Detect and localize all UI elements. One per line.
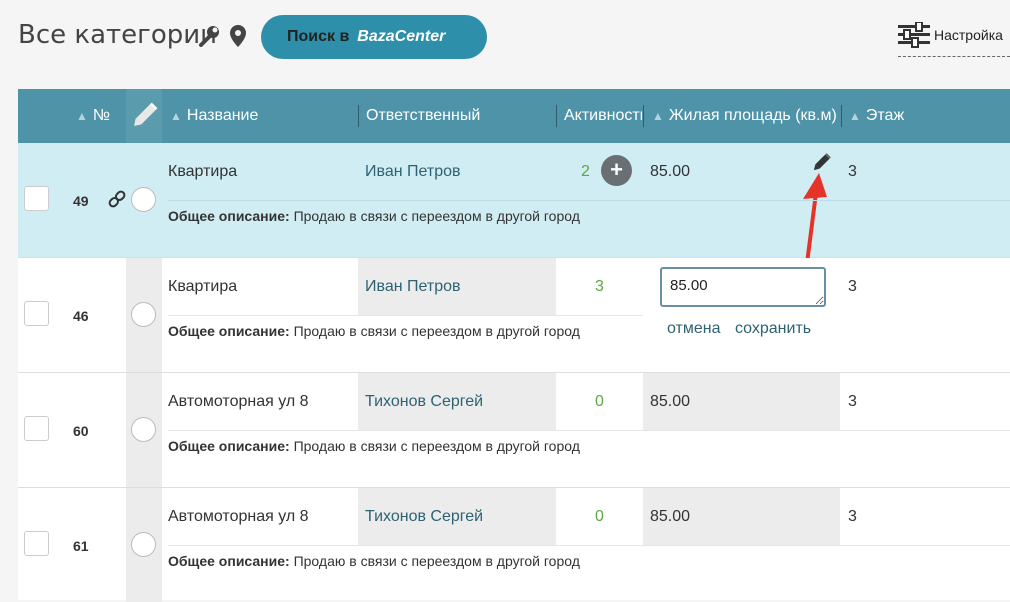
column-separator[interactable] bbox=[556, 105, 557, 127]
cell-responsible[interactable]: Тихонов Сергей bbox=[358, 488, 556, 545]
settings-button[interactable]: Настройка bbox=[898, 22, 1010, 57]
column-header-area[interactable]: ▲ Жилая площадь (кв.м) bbox=[652, 89, 840, 143]
pencil-icon bbox=[134, 102, 158, 126]
description-text: Продаю в связи с переездом в другой горо… bbox=[293, 323, 580, 339]
row-checkbox[interactable] bbox=[24, 301, 49, 326]
page-title: Все категории bbox=[18, 20, 218, 50]
cell-name: Квартира bbox=[168, 163, 238, 180]
table-row[interactable]: 60 Автомоторная ул 8 Тихонов Сергей 0 85… bbox=[18, 373, 1010, 488]
cell-name: Автомоторная ул 8 bbox=[168, 393, 309, 410]
row-checkbox[interactable] bbox=[24, 416, 49, 441]
cancel-link[interactable]: отмена bbox=[667, 320, 721, 337]
cell-name: Автомоторная ул 8 bbox=[168, 508, 309, 525]
column-header-floor[interactable]: ▲ Этаж bbox=[849, 89, 904, 143]
description-text: Продаю в связи с переездом в другой горо… bbox=[293, 438, 580, 454]
cell-activity: 0 bbox=[595, 508, 604, 525]
row-radio[interactable] bbox=[131, 417, 156, 442]
row-description: Общее описание: Продаю в связи с переезд… bbox=[168, 315, 643, 372]
column-separator[interactable] bbox=[643, 105, 644, 127]
row-description: Общее описание: Продаю в связи с переезд… bbox=[168, 430, 1010, 487]
search-button-brand: BazaCenter bbox=[357, 28, 446, 45]
column-separator[interactable] bbox=[358, 105, 359, 127]
row-radio[interactable] bbox=[131, 302, 156, 327]
edit-actions: отмена сохранить bbox=[661, 316, 824, 341]
column-separator[interactable] bbox=[841, 105, 842, 127]
sliders-icon bbox=[898, 22, 930, 48]
listings-table: ▲ № ▲ Название Ответственный Активность ▲ Ж… bbox=[18, 89, 1010, 602]
row-description: Общее описание: Продаю в связи с переезд… bbox=[168, 200, 1010, 257]
link-icon[interactable] bbox=[107, 189, 127, 214]
cell-floor: 3 bbox=[848, 393, 857, 410]
search-button-prefix: Поиск в bbox=[287, 28, 350, 45]
wrench-icon[interactable] bbox=[198, 24, 220, 53]
top-bar: Все категории Поиск в BazaCenter Настрой… bbox=[0, 0, 1010, 85]
cell-responsible[interactable]: Иван Петров bbox=[358, 258, 556, 315]
area-edit-input[interactable]: 85.00 bbox=[660, 267, 826, 307]
cell-floor: 3 bbox=[848, 508, 857, 525]
cell-activity: 3 bbox=[595, 278, 604, 295]
cell-area: 85.00 bbox=[643, 373, 840, 430]
cell-responsible[interactable]: Тихонов Сергей bbox=[358, 373, 556, 430]
cell-activity: 0 bbox=[595, 393, 604, 410]
settings-label: Настройка bbox=[934, 27, 1003, 43]
row-checkbox[interactable] bbox=[24, 531, 49, 556]
description-label: Общее описание: bbox=[168, 438, 290, 454]
location-pin-icon[interactable] bbox=[229, 24, 247, 53]
table-row[interactable]: 49 Квартира Иван Петров 2 + 85.00 3 Обще… bbox=[18, 143, 1010, 281]
column-header-edit[interactable] bbox=[126, 89, 162, 143]
cell-area: 85.00 bbox=[643, 488, 840, 545]
column-header-activity[interactable]: Активность bbox=[564, 89, 642, 143]
description-label: Общее описание: bbox=[168, 208, 290, 224]
row-number: 60 bbox=[73, 423, 89, 439]
cell-floor: 3 bbox=[848, 163, 857, 180]
add-activity-button[interactable]: + bbox=[601, 155, 632, 186]
description-text: Продаю в связи с переездом в другой горо… bbox=[293, 208, 580, 224]
table-row[interactable]: 46 Квартира Иван Петров 3 85.00 отмена с… bbox=[18, 258, 1010, 373]
table-row[interactable]: 61 Автомоторная ул 8 Тихонов Сергей 0 85… bbox=[18, 488, 1010, 602]
cell-name: Квартира bbox=[168, 278, 238, 295]
description-label: Общее описание: bbox=[168, 323, 290, 339]
cell-responsible[interactable]: Иван Петров bbox=[358, 143, 556, 200]
save-link[interactable]: сохранить bbox=[735, 320, 811, 337]
row-number: 49 bbox=[73, 193, 89, 209]
row-radio[interactable] bbox=[131, 532, 156, 557]
column-header-number[interactable]: ▲ № bbox=[76, 89, 110, 143]
column-header-responsible[interactable]: Ответственный bbox=[366, 89, 480, 143]
row-number: 46 bbox=[73, 308, 89, 324]
description-label: Общее описание: bbox=[168, 553, 290, 569]
row-radio[interactable] bbox=[131, 187, 156, 212]
row-checkbox[interactable] bbox=[24, 186, 49, 211]
cell-floor: 3 bbox=[848, 278, 857, 295]
description-text: Продаю в связи с переездом в другой горо… bbox=[293, 553, 580, 569]
column-header-name[interactable]: ▲ Название bbox=[170, 89, 258, 143]
search-bazacenter-button[interactable]: Поиск в BazaCenter bbox=[261, 15, 487, 59]
row-number: 61 bbox=[73, 538, 89, 554]
table-header: ▲ № ▲ Название Ответственный Активность ▲ Ж… bbox=[18, 89, 1010, 143]
row-description: Общее описание: Продаю в связи с переезд… bbox=[168, 545, 1010, 602]
